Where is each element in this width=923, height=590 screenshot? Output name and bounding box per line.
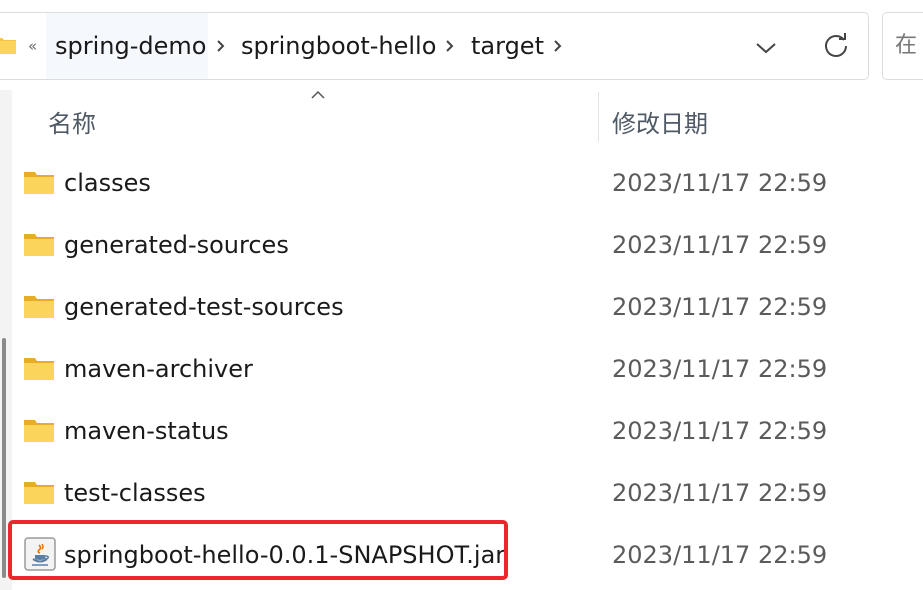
file-row[interactable]: generated-sources 2023/11/17 22:59 — [14, 214, 923, 276]
file-name: classes — [64, 169, 151, 197]
file-row[interactable]: generated-test-sources 2023/11/17 22:59 — [14, 276, 923, 338]
file-date: 2023/11/17 22:59 — [612, 541, 828, 569]
search-box[interactable]: 在 — [882, 12, 923, 80]
file-date: 2023/11/17 22:59 — [612, 231, 828, 259]
column-divider[interactable] — [598, 92, 599, 142]
column-header-date-modified[interactable]: 修改日期 — [612, 104, 708, 139]
folder-icon — [24, 420, 54, 442]
file-date: 2023/11/17 22:59 — [612, 417, 828, 445]
column-header-name[interactable]: 名称 — [48, 104, 96, 139]
refresh-icon[interactable] — [822, 31, 850, 59]
file-name: test-classes — [64, 479, 206, 507]
folder-icon — [24, 234, 54, 256]
folder-icon — [24, 296, 54, 318]
file-name: generated-sources — [64, 231, 289, 259]
file-row[interactable]: maven-archiver 2023/11/17 22:59 — [14, 338, 923, 400]
file-row[interactable]: maven-status 2023/11/17 22:59 — [14, 400, 923, 462]
chevron-right-icon[interactable] — [214, 33, 228, 59]
breadcrumb-springboot-hello[interactable]: springboot-hello — [241, 13, 436, 79]
file-date: 2023/11/17 22:59 — [612, 169, 828, 197]
file-date: 2023/11/17 22:59 — [612, 293, 828, 321]
file-row[interactable]: classes 2023/11/17 22:59 — [14, 152, 923, 214]
folder-icon — [24, 172, 54, 194]
file-name: maven-archiver — [64, 355, 253, 383]
folder-icon — [24, 482, 54, 504]
breadcrumb-spring-demo[interactable]: spring-demo — [46, 13, 208, 79]
folder-icon — [24, 358, 54, 380]
column-header-row: 名称 修改日期 — [14, 90, 923, 146]
file-row[interactable]: test-classes 2023/11/17 22:59 — [14, 462, 923, 524]
scrollbar-thumb[interactable] — [2, 338, 6, 578]
breadcrumb-overflow-button[interactable]: « — [28, 33, 37, 59]
breadcrumb-target[interactable]: target — [471, 13, 544, 79]
highlight-annotation-box — [8, 520, 508, 580]
left-pane-edge — [0, 90, 12, 590]
folder-icon — [0, 38, 16, 54]
chevron-down-icon[interactable] — [754, 41, 778, 55]
file-name: maven-status — [64, 417, 229, 445]
chevron-right-icon[interactable] — [443, 33, 457, 59]
search-placeholder: 在 — [895, 33, 918, 58]
file-date: 2023/11/17 22:59 — [612, 479, 828, 507]
address-bar[interactable]: « spring-demo springboot-hello target — [0, 12, 869, 80]
file-explorer-window: « spring-demo springboot-hello target 在 — [0, 0, 923, 590]
file-date: 2023/11/17 22:59 — [612, 355, 828, 383]
chevron-right-icon[interactable] — [551, 33, 565, 59]
file-list: 名称 修改日期 classes 2023/11/17 22:59 generat… — [0, 90, 923, 590]
file-name: generated-test-sources — [64, 293, 344, 321]
